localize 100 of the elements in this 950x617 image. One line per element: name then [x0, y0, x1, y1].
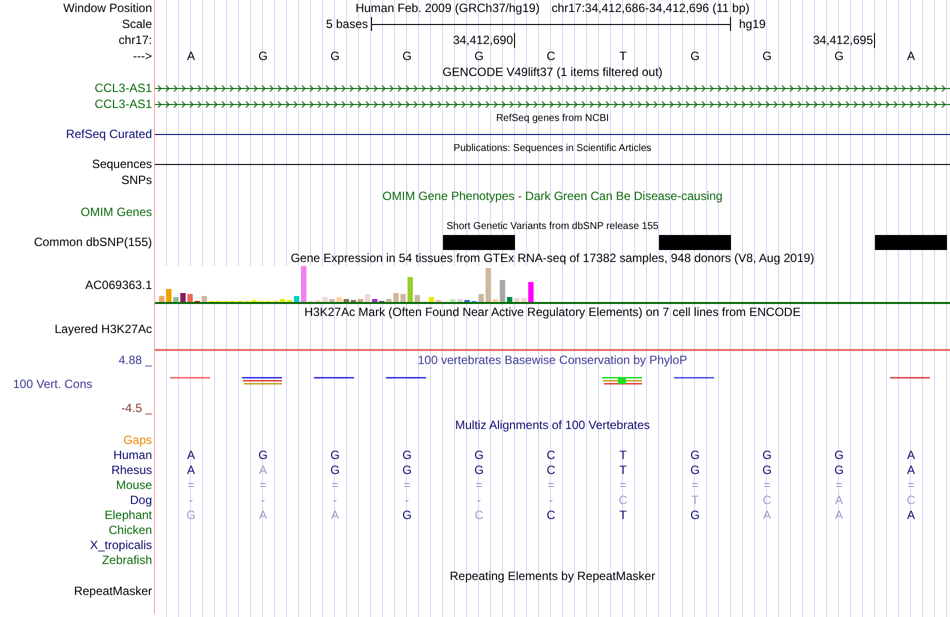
base-letter: A: [762, 508, 771, 523]
base-letter: T: [691, 493, 699, 508]
assembly-title: Human Feb. 2009 (GRCh37/hg19): [355, 0, 540, 16]
base-letter: =: [403, 478, 410, 493]
scale-length: 5 bases: [326, 16, 369, 32]
species-label: Mouse: [116, 478, 152, 493]
base-letter: =: [259, 478, 266, 493]
strand-label: --->: [133, 48, 152, 64]
species-label: Zebrafish: [102, 553, 152, 568]
base-letter: A: [906, 508, 915, 523]
base-letter: G: [330, 448, 340, 463]
species-label: Dog: [130, 493, 152, 508]
track-title: Repeating Elements by RepeatMasker: [450, 568, 656, 584]
base-letter: G: [762, 463, 772, 478]
track-title: Multiz Alignments of 100 Vertebrates: [455, 418, 650, 432]
base-letter: G: [834, 448, 844, 463]
track-title: RefSeq genes from NCBI: [496, 113, 609, 125]
species-label: Human: [113, 448, 152, 463]
axis-max-label: 4.88 _: [118, 352, 152, 368]
ruler-tick: 34,412,690: [452, 32, 515, 48]
base-letter: C: [618, 493, 628, 508]
base-letter: G: [762, 448, 772, 463]
base-letter: =: [547, 478, 554, 493]
base-letter: T: [619, 463, 627, 478]
base-letter: G: [330, 48, 340, 64]
base-letter: A: [330, 508, 339, 523]
base-letter: G: [474, 448, 484, 463]
track-title: Short Genetic Variants from dbSNP release 155: [446, 221, 658, 233]
base-letter: -: [261, 493, 265, 508]
base-letter: G: [690, 48, 700, 64]
base-letter: G: [258, 48, 268, 64]
base-letter: G: [690, 508, 700, 523]
base-letter: A: [906, 463, 915, 478]
base-letter: C: [546, 48, 556, 64]
row-label: chr17:: [118, 32, 152, 48]
track-label: Common dbSNP(155): [34, 234, 152, 250]
base-letter: A: [258, 463, 267, 478]
base-letter: C: [474, 508, 484, 523]
base-letter: A: [834, 493, 843, 508]
species-label: Rhesus: [111, 463, 152, 478]
base-letter: T: [619, 448, 627, 463]
species-label: Elephant: [104, 508, 152, 523]
base-letter: T: [619, 48, 627, 64]
base-letter: G: [402, 463, 412, 478]
base-letter: =: [691, 478, 698, 493]
base-letter: C: [906, 493, 916, 508]
ruler-tick: 34,412,695: [812, 32, 875, 48]
track-label: RefSeq Curated: [66, 126, 152, 142]
base-letter: A: [906, 448, 915, 463]
species-label: X_tropicalis: [90, 538, 152, 553]
species-label: Chicken: [108, 523, 152, 538]
base-letter: G: [834, 463, 844, 478]
base-letter: -: [477, 493, 481, 508]
base-letter: A: [186, 48, 195, 64]
base-letter: G: [834, 48, 844, 64]
base-letter: A: [906, 48, 915, 64]
base-letter: -: [549, 493, 553, 508]
track-title: Gene Expression in 54 tissues from GTEx RNA-seq of 17382 samples, 948 donors (V8, Aug 2019): [290, 250, 814, 266]
track-title: GENCODE V49lift37 (1 items filtered out): [442, 64, 663, 80]
base-letter: -: [405, 493, 409, 508]
row-label: Scale: [122, 16, 152, 32]
base-letter: C: [546, 508, 556, 523]
base-letter: A: [186, 463, 195, 478]
base-letter: G: [690, 448, 700, 463]
track-title: Publications: Sequences in Scientific Articles: [454, 143, 652, 155]
base-letter: -: [333, 493, 337, 508]
track-label: AC069363.1: [85, 278, 152, 292]
base-letter: G: [474, 463, 484, 478]
track-label: 100 Vert. Cons: [12, 376, 92, 392]
row-label: Window Position: [63, 0, 152, 16]
track-title: 100 vertebrates Basewise Conservation by PhyloP: [418, 353, 688, 368]
track-label: RepeatMasker: [74, 584, 152, 599]
base-letter: =: [187, 478, 194, 493]
base-letter: G: [402, 48, 412, 64]
gene-label: CCL3-AS1: [94, 96, 152, 112]
base-letter: =: [331, 478, 338, 493]
base-letter: G: [402, 448, 412, 463]
base-letter: =: [475, 478, 482, 493]
gene-label: CCL3-AS1: [94, 80, 152, 96]
base-letter: G: [690, 463, 700, 478]
axis-min-label: -4.5 _: [121, 400, 152, 416]
base-letter: A: [186, 448, 195, 463]
base-letter: =: [763, 478, 770, 493]
base-letter: A: [834, 508, 843, 523]
track-label: SNPs: [121, 172, 152, 188]
base-letter: C: [762, 493, 772, 508]
position-text: chr17:34,412,686-34,412,696 (11 bp): [552, 0, 750, 16]
track-title: H3K27Ac Mark (Often Found Near Active Regulatory Elements) on 7 cell lines from ENCODE: [304, 304, 801, 320]
base-letter: G: [402, 508, 412, 523]
base-letter: G: [258, 448, 268, 463]
base-letter: G: [474, 48, 484, 64]
base-letter: C: [546, 448, 556, 463]
track-title: OMIM Gene Phenotypes - Dark Green Can Be Disease-causing: [382, 188, 723, 204]
base-letter: G: [330, 463, 340, 478]
base-letter: G: [186, 508, 196, 523]
base-letter: C: [546, 463, 556, 478]
track-label: OMIM Genes: [80, 204, 152, 220]
species-label: Gaps: [123, 433, 152, 448]
base-letter: =: [619, 478, 626, 493]
track-label: Sequences: [92, 156, 152, 172]
